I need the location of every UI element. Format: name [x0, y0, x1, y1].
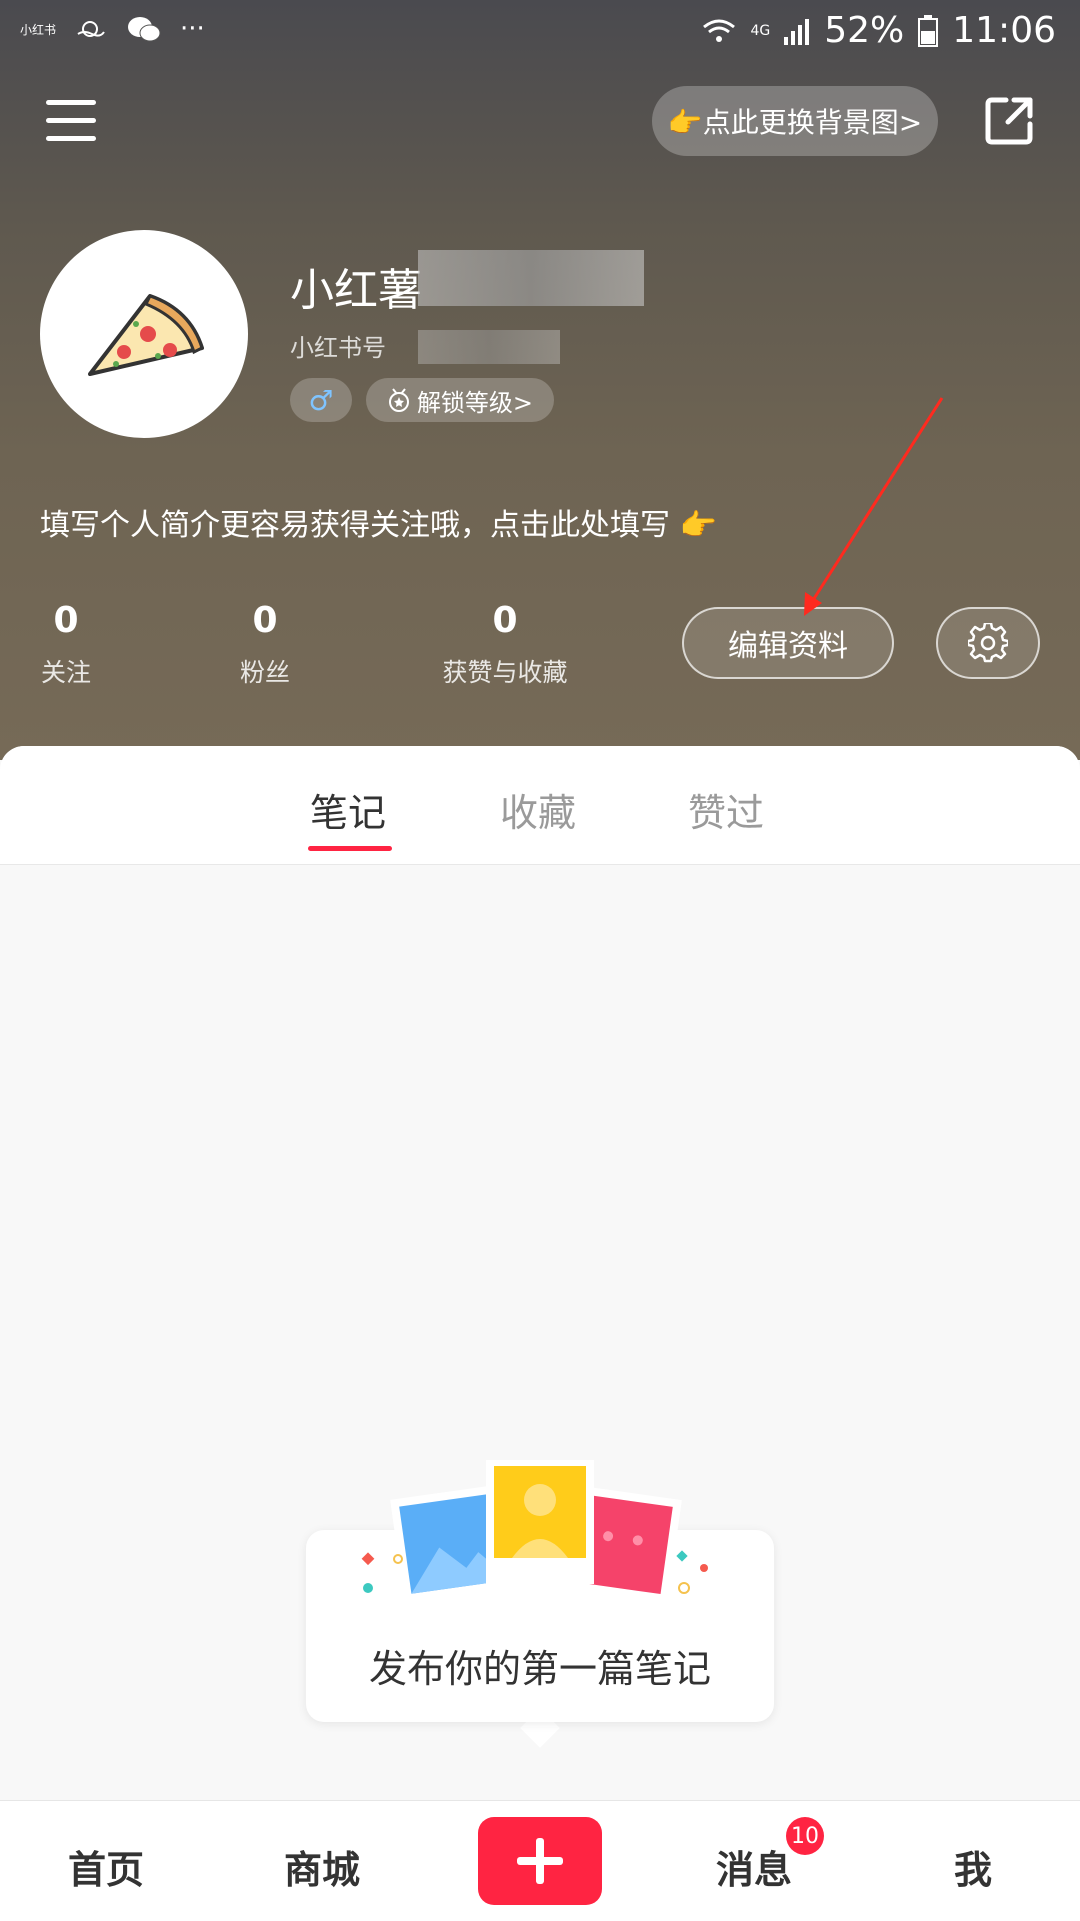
redacted-name: [418, 250, 644, 306]
signal-icon: [784, 18, 810, 45]
empty-state-message: 发布你的第一篇笔记: [368, 1647, 711, 1691]
tab-collections[interactable]: 收藏: [500, 782, 576, 837]
stat-likes-collects[interactable]: 0 获赞与收藏: [430, 600, 580, 689]
menu-icon[interactable]: [46, 100, 96, 142]
tab-bar: 笔记 收藏 赞过: [0, 746, 1080, 865]
edit-profile-button[interactable]: 编辑资料: [682, 607, 894, 679]
change-background-button[interactable]: 👉点此更换背景图>: [652, 86, 938, 156]
profile-header: 小红书 ··· 4G 52% 11:06 👉点此更换背景图> 小红薯 小红书号 …: [0, 0, 1080, 760]
status-bar: 小红书 ··· 4G 52% 11:06: [0, 0, 1080, 64]
battery-percent: 52%: [824, 10, 905, 51]
bottom-nav: 首页 商城 消息 10 我: [0, 1800, 1080, 1921]
active-tab-indicator: [308, 846, 392, 851]
stat-followers[interactable]: 0 粉丝: [234, 600, 296, 689]
photos-illustration: [390, 1460, 682, 1617]
avatar[interactable]: [40, 230, 248, 438]
clock: 11:06: [952, 10, 1056, 51]
gear-icon: [968, 623, 1008, 663]
battery-icon: [918, 14, 939, 47]
confetti-right: [676, 1550, 708, 1594]
plus-icon: [517, 1838, 563, 1884]
nav-home[interactable]: 首页: [68, 1839, 144, 1894]
messages-badge: 10: [786, 1817, 824, 1855]
settings-button[interactable]: [936, 607, 1040, 679]
app-label: 小红书: [20, 22, 57, 37]
bio-prompt[interactable]: 填写个人简介更容易获得关注哦，点击此处填写 👉: [40, 500, 717, 544]
unlock-level-button[interactable]: 解锁等级>: [366, 378, 554, 422]
nav-me[interactable]: 我: [954, 1839, 992, 1894]
likes-label: 获赞与收藏: [442, 658, 568, 687]
wifi-icon: [703, 19, 736, 42]
tab-liked[interactable]: 赞过: [688, 782, 764, 837]
network-type: 4G: [750, 22, 771, 39]
medal-icon: [388, 388, 409, 412]
stat-following[interactable]: 0 关注: [36, 600, 96, 689]
nav-mall[interactable]: 商城: [284, 1839, 360, 1894]
gender-badge[interactable]: ♂: [290, 378, 352, 422]
wechat-icon: [128, 17, 161, 42]
share-icon[interactable]: [984, 94, 1036, 146]
following-label: 关注: [40, 658, 91, 687]
tab-notes[interactable]: 笔记: [310, 782, 386, 837]
user-id-label: 小红书号: [290, 334, 386, 362]
nav-messages[interactable]: 消息: [716, 1839, 792, 1894]
unlock-level-label: 解锁等级>: [416, 388, 534, 417]
likes-count: 0: [492, 600, 518, 641]
redacted-id: [418, 330, 560, 364]
weather-icon: [77, 21, 105, 37]
content-area: 笔记 收藏 赞过 发布你的第一篇笔记: [0, 746, 1080, 1800]
following-count: 0: [53, 600, 79, 641]
pizza-icon: [88, 294, 204, 376]
more-notifications-icon: ···: [180, 14, 205, 44]
confetti-left: [361, 1552, 403, 1593]
username: 小红薯: [290, 265, 422, 316]
followers-count: 0: [252, 600, 278, 641]
publish-button[interactable]: [478, 1817, 602, 1905]
followers-label: 粉丝: [239, 658, 290, 687]
